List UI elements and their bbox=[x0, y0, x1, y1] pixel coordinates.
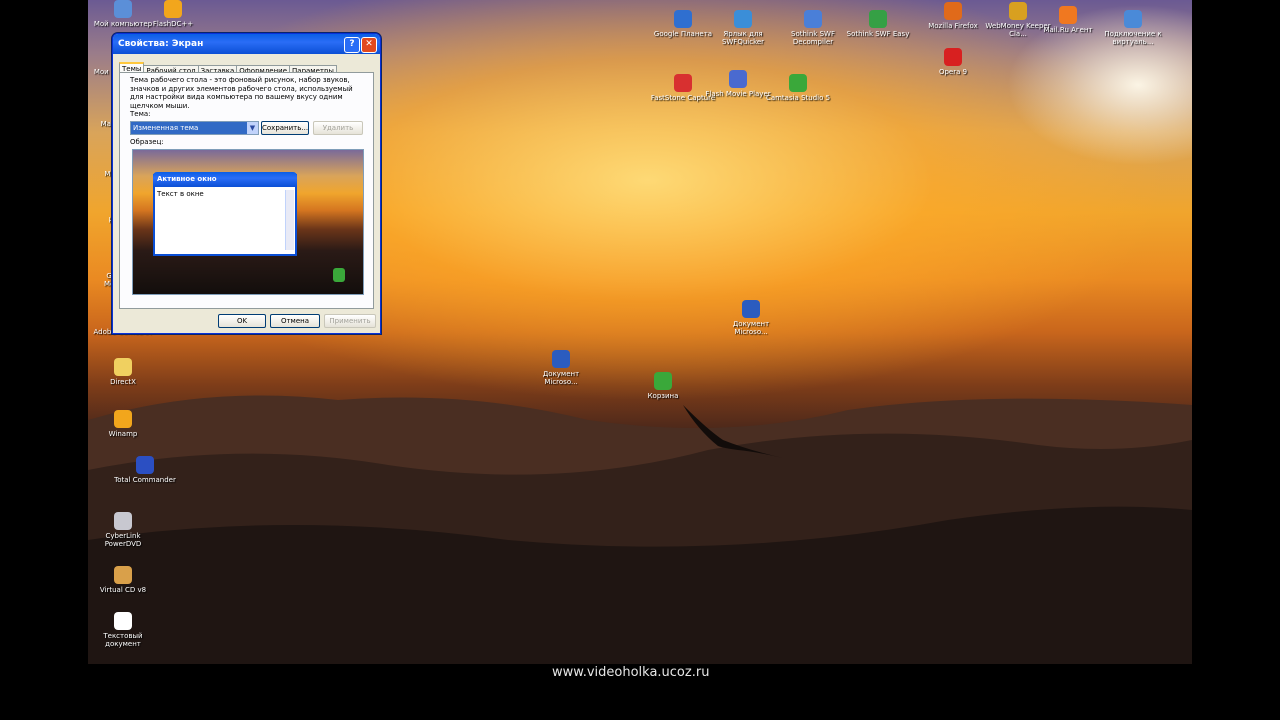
theme-select[interactable]: Измененная тема ▼ bbox=[130, 121, 259, 135]
dialog-titlebar[interactable]: Свойства: Экран ? ✕ bbox=[113, 34, 380, 54]
desktop-shortcut[interactable]: Opera 9 bbox=[918, 48, 988, 76]
desktop-shortcut-label: CyberLink PowerDVD bbox=[104, 532, 142, 548]
desktop-shortcut-label: DirectX bbox=[110, 378, 136, 386]
text-document-icon bbox=[114, 612, 132, 630]
powerdvd-icon bbox=[114, 512, 132, 530]
desktop-shortcut[interactable]: Подключение к виртуаль... bbox=[1098, 10, 1168, 46]
preview-scrollbar bbox=[285, 190, 294, 250]
eagle-silhouette bbox=[683, 405, 783, 458]
desktop-shortcut-label: Total Commander bbox=[114, 476, 176, 484]
desktop-shortcut[interactable]: Документ Microso... bbox=[526, 350, 596, 386]
theme-select-value: Измененная тема bbox=[133, 124, 199, 132]
desktop-shortcut-label: Virtual CD v8 bbox=[99, 586, 147, 594]
mailru-agent-icon bbox=[1059, 6, 1077, 24]
winamp-icon bbox=[114, 410, 132, 428]
mountains bbox=[88, 395, 1192, 664]
desktop-shortcut[interactable]: Sothink SWF Easy bbox=[843, 10, 913, 38]
word-document-icon bbox=[742, 300, 760, 318]
desktop-shortcut[interactable]: Ярлык для SWFQuicker bbox=[708, 10, 778, 46]
close-icon[interactable]: ✕ bbox=[361, 37, 377, 53]
total-commander-icon bbox=[136, 456, 154, 474]
cancel-button[interactable]: Отмена bbox=[270, 314, 320, 328]
desktop-shortcut-label: Sothink SWF Decompiler bbox=[791, 30, 835, 46]
desktop-shortcut[interactable]: Total Commander bbox=[110, 456, 180, 484]
opera-icon bbox=[944, 48, 962, 66]
desktop-shortcut[interactable]: Текстовый документ bbox=[88, 612, 158, 648]
desktop-shortcut[interactable]: CyberLink PowerDVD bbox=[88, 512, 158, 548]
delete-theme-button[interactable]: Удалить bbox=[313, 121, 363, 135]
flashdc-icon bbox=[164, 0, 182, 18]
theme-label: Тема: bbox=[130, 110, 151, 118]
desktop-shortcut[interactable]: Winamp bbox=[88, 410, 158, 438]
faststone-icon bbox=[674, 74, 692, 92]
desktop-shortcut-label: Opera 9 bbox=[938, 68, 968, 76]
desktop-shortcut-label: Документ Microso... bbox=[542, 370, 580, 386]
theme-preview: Активное окно Текст в окне bbox=[132, 149, 364, 295]
theme-description: Тема рабочего стола - это фоновый рисуно… bbox=[130, 76, 353, 110]
desktop-shortcut-label: FlashDC++ bbox=[152, 20, 194, 28]
themes-panel: Тема рабочего стола - это фоновый рисуно… bbox=[119, 72, 374, 309]
display-properties-dialog[interactable]: Свойства: Экран ? ✕ Темы Рабочий стол Заст… bbox=[112, 33, 381, 334]
sample-label: Образец: bbox=[130, 138, 164, 146]
desktop-shortcut-label: Winamp bbox=[108, 430, 138, 438]
desktop-shortcut[interactable]: FlashDC++ bbox=[138, 0, 208, 28]
sothink-decompiler-icon bbox=[804, 10, 822, 28]
desktop-shortcut-label: Camtasia Studio 5 bbox=[765, 94, 831, 102]
desktop-shortcut-label: Подключение к виртуаль... bbox=[1104, 30, 1162, 46]
recycle-bin-icon bbox=[333, 268, 345, 282]
desktop-shortcut-label: Mail.Ru Агент bbox=[1043, 26, 1093, 34]
desktop-shortcut[interactable]: Mail.Ru Агент bbox=[1033, 6, 1103, 34]
help-icon[interactable]: ? bbox=[344, 37, 360, 53]
desktop-shortcut[interactable]: Mozilla Firefox bbox=[918, 2, 988, 30]
folder-icon bbox=[114, 358, 132, 376]
chevron-down-icon[interactable]: ▼ bbox=[247, 122, 258, 134]
apply-button[interactable]: Применить bbox=[324, 314, 376, 328]
network-connection-icon bbox=[1124, 10, 1142, 28]
firefox-icon bbox=[944, 2, 962, 20]
preview-window-text: Текст в окне bbox=[157, 190, 204, 198]
camtasia-icon bbox=[789, 74, 807, 92]
save-theme-button[interactable]: Сохранить... bbox=[261, 121, 309, 135]
virtual-cd-icon bbox=[114, 566, 132, 584]
dialog-title: Свойства: Экран bbox=[118, 39, 204, 49]
swfquicker-icon bbox=[734, 10, 752, 28]
desktop-shortcut-label: Mozilla Firefox bbox=[928, 22, 978, 30]
tab-strip: Темы Рабочий стол Заставка Оформление Параме… bbox=[119, 59, 337, 78]
ok-button[interactable]: OK bbox=[218, 314, 266, 328]
sothink-easy-icon bbox=[869, 10, 887, 28]
desktop-shortcut-label: Ярлык для SWFQuicker bbox=[721, 30, 765, 46]
flash-player-icon bbox=[729, 70, 747, 88]
my-computer-icon bbox=[114, 0, 132, 18]
word-document-icon bbox=[552, 350, 570, 368]
desktop-shortcut[interactable]: Документ Microso... bbox=[716, 300, 786, 336]
desktop-shortcut[interactable]: Корзина bbox=[628, 372, 698, 400]
desktop-shortcut-label: Корзина bbox=[647, 392, 679, 400]
watermark-url: www.videoholka.ucoz.ru bbox=[552, 665, 710, 680]
preview-window-title: Активное окно bbox=[153, 172, 297, 187]
recycle-bin-icon bbox=[654, 372, 672, 390]
desktop-shortcut[interactable]: Camtasia Studio 5 bbox=[763, 74, 833, 102]
desktop-shortcut[interactable]: Sothink SWF Decompiler bbox=[778, 10, 848, 46]
desktop-shortcut-label: Текстовый документ bbox=[103, 632, 143, 648]
desktop-shortcut[interactable]: DirectX bbox=[88, 358, 158, 386]
webmoney-icon bbox=[1009, 2, 1027, 20]
preview-active-window: Активное окно Текст в окне bbox=[153, 172, 297, 256]
desktop-shortcut-label: Документ Microso... bbox=[732, 320, 770, 336]
desktop-shortcut-label: Sothink SWF Easy bbox=[846, 30, 910, 38]
desktop-shortcut[interactable]: Virtual CD v8 bbox=[88, 566, 158, 594]
google-earth-icon bbox=[674, 10, 692, 28]
